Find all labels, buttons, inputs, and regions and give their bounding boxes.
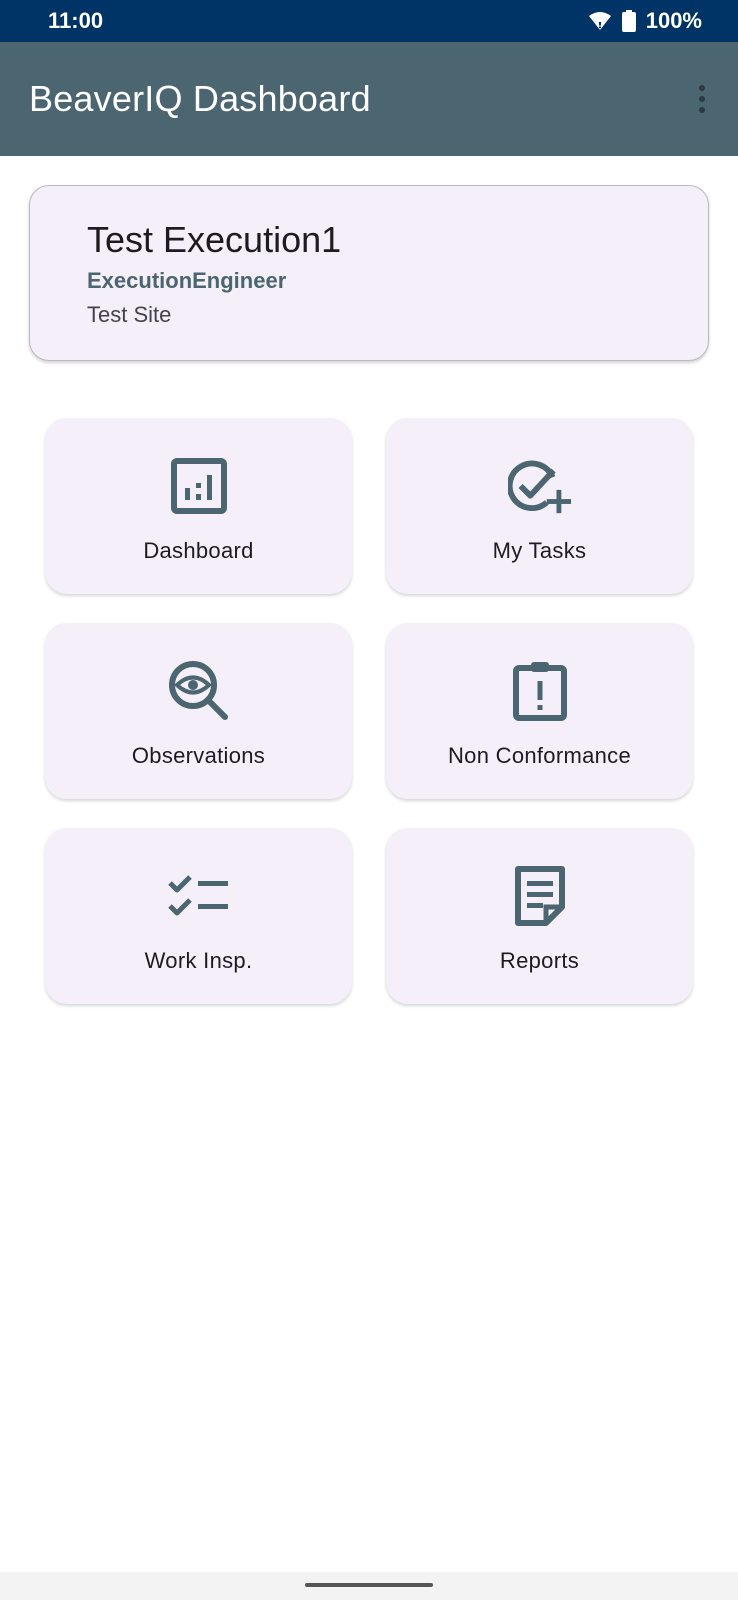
clipboard-alert-icon [508, 659, 572, 723]
tile-my-tasks[interactable]: My Tasks [386, 418, 693, 594]
app-title: BeaverIQ Dashboard [29, 78, 371, 119]
tile-label: My Tasks [492, 538, 587, 563]
status-icons: 100% [588, 8, 702, 34]
task-add-icon [507, 454, 572, 518]
profile-name: Test Execution1 [87, 219, 342, 260]
tile-label: Reports [499, 948, 580, 973]
status-bar: 11:00 100% [0, 0, 738, 42]
profile-card: Test Execution1 ExecutionEngineer Test S… [29, 185, 709, 361]
eye-search-icon [167, 659, 231, 723]
tile-label: Work Insp. [144, 948, 253, 973]
wifi-icon [588, 11, 612, 31]
tile-label: Dashboard [143, 538, 254, 563]
checklist-icon [167, 864, 231, 928]
tile-work-inspection[interactable]: Work Insp. [45, 828, 352, 1004]
profile-site: Test Site [87, 301, 172, 327]
home-indicator[interactable] [305, 1583, 433, 1587]
tile-dashboard[interactable]: Dashboard [45, 418, 352, 594]
bar-chart-icon [167, 454, 231, 518]
tile-observations[interactable]: Observations [45, 623, 352, 799]
report-document-icon [508, 864, 572, 928]
profile-role: ExecutionEngineer [87, 267, 287, 293]
status-time: 11:00 [48, 8, 104, 33]
tile-non-conformance[interactable]: Non Conformance [386, 623, 693, 799]
app-bar: BeaverIQ Dashboard [0, 42, 738, 156]
navigation-bar [0, 1572, 738, 1600]
battery-icon [621, 10, 636, 32]
more-vert-icon[interactable] [690, 77, 714, 121]
battery-percent: 100% [645, 8, 702, 33]
tile-reports[interactable]: Reports [386, 828, 693, 1004]
tile-label: Non Conformance [447, 743, 632, 768]
menu-grid: Dashboard My Tasks Observations Non Conf… [45, 418, 694, 1004]
tile-label: Observations [131, 743, 266, 768]
